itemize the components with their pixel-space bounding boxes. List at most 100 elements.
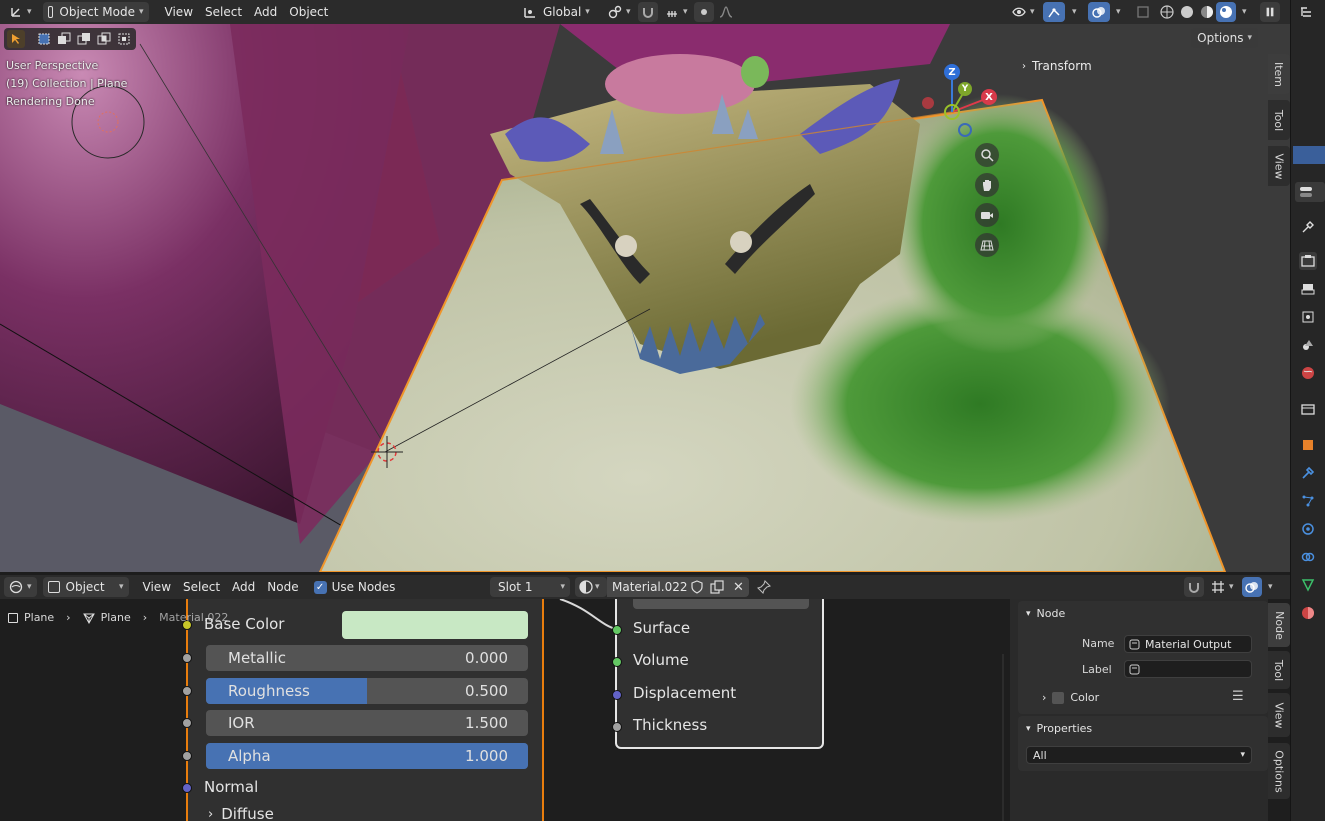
material-output-node[interactable]: Surface Volume Displacement Thickness [612, 599, 824, 749]
view-layer-properties-icon[interactable] [1299, 308, 1317, 326]
menu-add[interactable]: Add [248, 2, 283, 22]
pan-button[interactable] [975, 173, 999, 197]
node-menu-view[interactable]: View [137, 577, 177, 597]
node-menu-add[interactable]: Add [226, 577, 261, 597]
metallic-socket[interactable] [182, 653, 192, 663]
menu-view[interactable]: View [159, 2, 199, 22]
material-browse-button[interactable]: ▾ [575, 577, 607, 597]
pivot-dropdown[interactable]: ▾ [603, 2, 636, 22]
orientation-dropdown[interactable]: Global ▾ [518, 2, 595, 22]
label-field[interactable] [1124, 660, 1252, 678]
select-tool-button[interactable] [7, 30, 25, 48]
node-menu-select[interactable]: Select [177, 577, 226, 597]
scene-properties-icon[interactable] [1299, 336, 1317, 354]
menu-select[interactable]: Select [199, 2, 248, 22]
object-properties-icon[interactable] [1299, 436, 1317, 454]
list-icon[interactable]: ☰ [1232, 689, 1244, 704]
options-dropdown[interactable]: Options ▾ [1191, 28, 1258, 48]
particles-properties-icon[interactable] [1299, 492, 1317, 510]
camera-view-button[interactable] [975, 203, 999, 227]
shading-rendered[interactable] [1216, 2, 1236, 22]
alpha-socket[interactable] [182, 751, 192, 761]
gizmo-x-axis[interactable]: X [981, 89, 997, 105]
falloff-dropdown[interactable] [714, 2, 738, 22]
data-properties-icon[interactable] [1299, 576, 1317, 594]
metallic-slider[interactable]: Metallic 0.000 [206, 645, 528, 671]
tab-node-options[interactable]: Options [1268, 743, 1290, 799]
target-select[interactable]: All ▾ [1026, 746, 1252, 764]
overlays-toggle[interactable] [1088, 2, 1110, 22]
physics-properties-icon[interactable] [1299, 520, 1317, 538]
roughness-slider[interactable]: Roughness 0.500 [206, 678, 528, 704]
color-checkbox[interactable] [1052, 691, 1065, 704]
transform-panel-header[interactable]: › Transform [1022, 56, 1092, 76]
collection-properties-icon[interactable] [1299, 400, 1317, 418]
zoom-button[interactable] [975, 143, 999, 167]
pin-button[interactable] [754, 577, 774, 597]
gizmo-toggle[interactable] [1043, 2, 1065, 22]
snap-toggle[interactable] [638, 2, 658, 22]
tab-item[interactable]: Item [1268, 54, 1290, 94]
roughness-socket[interactable] [182, 686, 192, 696]
render-properties-icon[interactable] [1299, 252, 1317, 270]
displacement-socket[interactable] [612, 690, 622, 700]
shading-dropdown[interactable]: ▾ [1236, 2, 1249, 22]
gizmo-dropdown[interactable]: ▾ [1066, 2, 1079, 22]
target-dropdown[interactable] [633, 599, 809, 609]
unlink-material-button[interactable]: ✕ [729, 577, 749, 597]
constraints-properties-icon[interactable] [1299, 548, 1317, 566]
shading-wireframe[interactable] [1158, 2, 1176, 22]
diffuse-panel-header[interactable]: › Diffuse [208, 805, 274, 821]
output-properties-icon[interactable] [1299, 280, 1317, 298]
material-name-field[interactable]: Material.022 [607, 577, 687, 597]
mode-dropdown[interactable]: Object Mode ▾ [42, 2, 149, 22]
world-properties-icon[interactable] [1299, 364, 1317, 382]
editor-type-button[interactable]: ▾ [4, 2, 37, 22]
tab-node[interactable]: Node [1268, 603, 1290, 647]
xray-toggle[interactable] [1133, 2, 1153, 22]
select-extend-button[interactable] [55, 30, 73, 48]
overlays-dropdown[interactable]: ▾ [1110, 2, 1123, 22]
gizmo-y-axis[interactable]: Y [958, 82, 972, 96]
thickness-socket[interactable] [612, 722, 622, 732]
slot-dropdown[interactable]: Slot 1 ▾ [490, 577, 570, 597]
toggle-perspective-button[interactable] [975, 233, 999, 257]
tool-properties-icon[interactable] [1299, 218, 1317, 236]
normal-socket[interactable] [182, 783, 192, 793]
shading-solid[interactable] [1178, 2, 1196, 22]
breadcrumb-mesh[interactable]: Plane [101, 611, 131, 624]
outliner-selected-row[interactable] [1293, 146, 1325, 164]
node-overlays-toggle[interactable] [1242, 577, 1262, 597]
node-snap-dropdown[interactable]: ▾ [1206, 577, 1239, 597]
breadcrumb-object[interactable]: Plane [24, 611, 54, 624]
shading-material[interactable] [1198, 2, 1216, 22]
duplicate-material-button[interactable] [707, 577, 729, 597]
select-subtract-button[interactable] [75, 30, 93, 48]
node-snap-toggle[interactable] [1184, 577, 1204, 597]
use-nodes-checkbox[interactable]: ✓ Use Nodes [309, 577, 401, 597]
proportional-edit-toggle[interactable] [694, 2, 714, 22]
breadcrumb-material[interactable]: Material.022 [159, 611, 228, 624]
surface-socket[interactable] [612, 625, 622, 635]
tab-node-tool[interactable]: Tool [1268, 651, 1290, 689]
tab-node-view[interactable]: View [1268, 693, 1290, 737]
ior-slider[interactable]: IOR 1.500 [206, 710, 528, 736]
color-subpanel-header[interactable]: › Color [1042, 691, 1099, 704]
alpha-slider[interactable]: Alpha 1.000 [206, 743, 528, 769]
principled-bsdf-node[interactable]: Base Color Metallic 0.000 Roughness 0.50… [182, 599, 544, 821]
base-color-swatch[interactable] [342, 611, 528, 639]
visibility-dropdown[interactable]: ▾ [1007, 2, 1040, 22]
gizmo-z-axis[interactable]: Z [944, 64, 960, 80]
name-field[interactable]: Material Output [1124, 635, 1252, 653]
snap-target-dropdown[interactable]: ▾ [660, 2, 693, 22]
pause-render-button[interactable] [1260, 2, 1280, 22]
select-intersect-button[interactable] [115, 30, 133, 48]
node-section-header[interactable]: ▾ Node [1018, 601, 1268, 626]
node-overlays-dropdown[interactable]: ▾ [1262, 577, 1275, 597]
modifier-properties-icon[interactable] [1299, 464, 1317, 482]
menu-object[interactable]: Object [283, 2, 334, 22]
select-new-button[interactable] [35, 30, 53, 48]
properties-section-header[interactable]: ▾ Properties [1018, 716, 1268, 741]
select-invert-button[interactable] [95, 30, 113, 48]
node-menu-node[interactable]: Node [261, 577, 304, 597]
